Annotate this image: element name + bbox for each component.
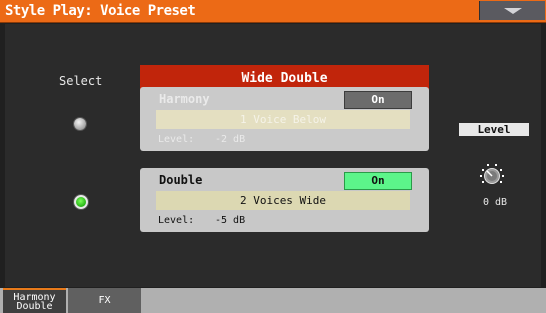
double-level-value[interactable]: -5 dB — [215, 215, 245, 226]
main-panel: Select Wide Double Harmony On 1 Voice Be… — [5, 24, 541, 287]
double-panel: Double On 2 Voices Wide Level: -5 dB — [140, 168, 429, 232]
double-type-field[interactable]: 2 Voices Wide — [156, 191, 410, 210]
harmony-on-toggle[interactable]: On — [344, 91, 412, 109]
tab-harmony-double[interactable]: Harmony Double — [3, 288, 66, 313]
harmony-panel: Harmony On 1 Voice Below Level: -2 dB — [140, 87, 429, 151]
harmony-type-field[interactable]: 1 Voice Below — [156, 110, 410, 129]
triangle-down-icon — [504, 8, 522, 14]
tab-fx[interactable]: FX — [68, 288, 141, 313]
knob-icon — [480, 164, 504, 184]
harmony-label: Harmony — [159, 92, 210, 106]
select-label: Select — [59, 74, 103, 88]
harmony-radio[interactable] — [74, 118, 86, 130]
harmony-level-value[interactable]: -2 dB — [215, 134, 245, 145]
level-value: 0 dB — [482, 197, 508, 208]
tab-label-line2: Double — [16, 301, 53, 312]
title-bar: Style Play: Voice Preset — [0, 0, 546, 23]
page-title: Style Play: Voice Preset — [5, 3, 196, 19]
tab-fx-label: FX — [98, 295, 111, 306]
tab-bar: Harmony Double FX — [0, 288, 546, 313]
page-menu-button[interactable] — [479, 1, 545, 20]
double-on-toggle[interactable]: On — [344, 172, 412, 190]
double-level-label: Level: — [158, 215, 195, 226]
double-label: Double — [159, 173, 203, 187]
level-knob[interactable] — [478, 162, 506, 190]
harmony-level-label: Level: — [158, 134, 195, 145]
double-radio[interactable] — [74, 195, 88, 209]
level-label: Level — [459, 123, 529, 136]
